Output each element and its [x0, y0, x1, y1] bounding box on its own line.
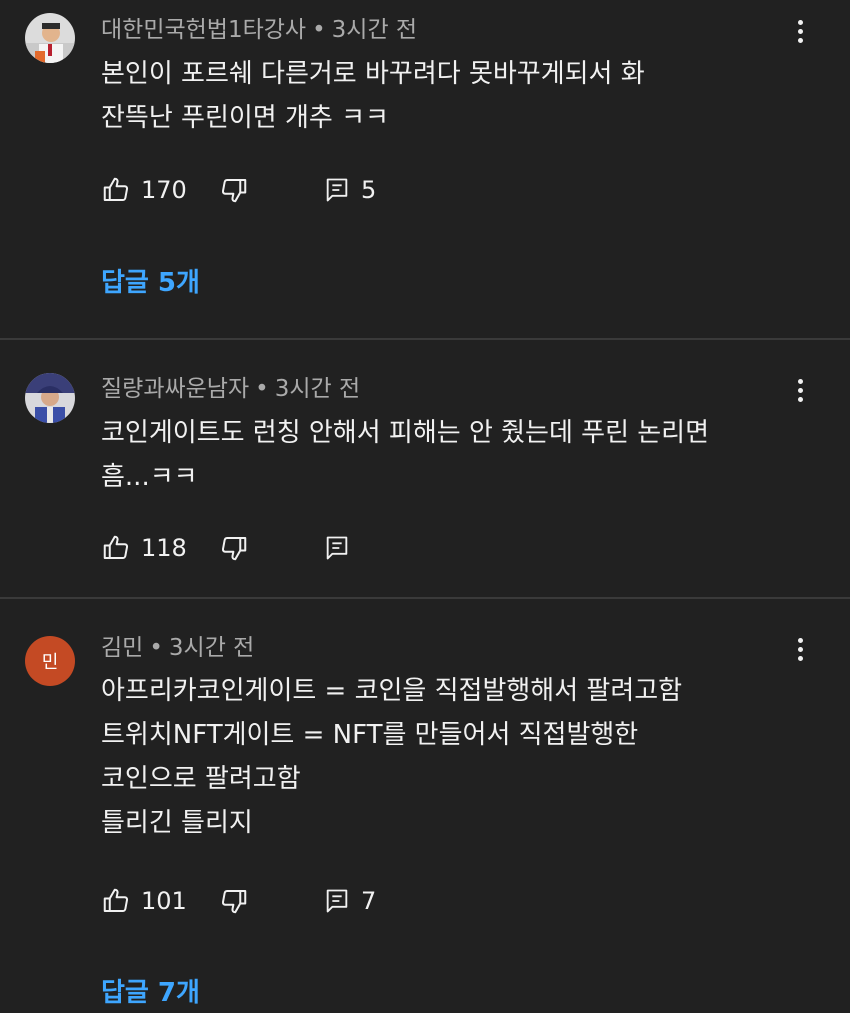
comment-actions: 101 7 — [101, 883, 501, 919]
author-name[interactable]: 질량과싸운남자 — [101, 376, 249, 402]
dislike-button[interactable] — [219, 172, 249, 208]
author-name[interactable]: 대한민국헌법1타강사 — [101, 17, 306, 43]
avatar[interactable] — [25, 373, 75, 423]
like-button[interactable]: 170 — [101, 172, 187, 208]
more-vertical-icon[interactable] — [788, 375, 812, 405]
reply-button[interactable] — [323, 530, 361, 566]
dislike-button[interactable] — [219, 530, 249, 566]
reply-comment-icon — [326, 178, 348, 202]
reply-count: 7 — [361, 887, 377, 915]
comment-actions: 170 5 — [101, 172, 501, 208]
separator-dot: • — [255, 376, 269, 402]
reply-button[interactable]: 5 — [323, 172, 376, 208]
separator-dot: • — [149, 635, 163, 661]
dislike-button[interactable] — [219, 883, 249, 919]
thumb-up-icon — [103, 535, 129, 559]
comment-line: 코인게이트도 런칭 안해서 피해는 안 줬는데 푸린 논리면 — [101, 418, 710, 448]
reply-comment-icon — [326, 536, 348, 560]
comment-line: 틀리긴 틀리지 — [101, 808, 253, 838]
timestamp: 3시간 전 — [331, 17, 418, 43]
comment-meta: 김민 • 3시간 전 — [101, 633, 254, 663]
comment-text: 코인게이트도 런칭 안해서 피해는 안 줬는데 푸린 논리면 흠...ㅋㅋ — [101, 411, 821, 499]
separator-dot: • — [312, 17, 326, 43]
like-count: 118 — [141, 534, 187, 562]
comment-text: 본인이 포르쉐 다른거로 바꾸려다 못바꾸게되서 화 잔뜩난 푸린이면 개추 ㅋ… — [101, 52, 821, 140]
comment-item: 민 김민 • 3시간 전 아프리카코인게이트 = 코인을 직접발행해서 팔려고함 트… — [0, 599, 850, 1012]
comment-line: 흠...ㅋㅋ — [101, 462, 198, 492]
comment-text: 아프리카코인게이트 = 코인을 직접발행해서 팔려고함 트위치NFT게이트 = … — [101, 669, 821, 845]
thumb-up-icon — [103, 888, 129, 912]
comment-line: 본인이 포르쉐 다른거로 바꾸려다 못바꾸게되서 화 — [101, 59, 645, 89]
avatar-photo — [25, 13, 75, 63]
like-button[interactable]: 118 — [101, 530, 187, 566]
reply-count: 5 — [361, 176, 377, 204]
comment-meta: 질량과싸운남자 • 3시간 전 — [101, 374, 360, 404]
thumb-up-icon — [103, 177, 129, 201]
avatar[interactable] — [25, 13, 75, 63]
like-button[interactable]: 101 — [101, 883, 187, 919]
avatar[interactable]: 민 — [25, 636, 75, 686]
timestamp: 3시간 전 — [168, 635, 255, 661]
reply-comment-icon — [326, 889, 348, 913]
avatar-photo — [25, 373, 75, 423]
view-replies-link[interactable]: 답글 5개 — [101, 263, 200, 303]
more-vertical-icon[interactable] — [788, 634, 812, 664]
timestamp: 3시간 전 — [274, 376, 361, 402]
thumb-down-icon — [221, 537, 247, 561]
comment-line: 트위치NFT게이트 = NFT를 만들어서 직접발행한 — [101, 720, 639, 750]
comment-line: 아프리카코인게이트 = 코인을 직접발행해서 팔려고함 — [101, 676, 683, 706]
comment-item: 대한민국헌법1타강사 • 3시간 전 본인이 포르쉐 다른거로 바꾸려다 못바꾸게되… — [0, 0, 850, 338]
comment-actions: 118 — [101, 530, 501, 566]
like-count: 101 — [141, 887, 187, 915]
comment-line: 잔뜩난 푸린이면 개추 ㅋㅋ — [101, 103, 389, 133]
like-count: 170 — [141, 176, 187, 204]
more-vertical-icon[interactable] — [788, 16, 812, 46]
thumb-down-icon — [221, 890, 247, 914]
comment-meta: 대한민국헌법1타강사 • 3시간 전 — [101, 15, 417, 45]
reply-button[interactable]: 7 — [323, 883, 376, 919]
author-name[interactable]: 김민 — [101, 635, 143, 661]
view-replies-link[interactable]: 답글 7개 — [101, 973, 200, 1013]
comment-item: 질량과싸운남자 • 3시간 전 코인게이트도 런칭 안해서 피해는 안 줬는데 푸린… — [0, 340, 850, 596]
comment-line: 코인으로 팔려고함 — [101, 764, 301, 794]
thumb-down-icon — [221, 179, 247, 203]
